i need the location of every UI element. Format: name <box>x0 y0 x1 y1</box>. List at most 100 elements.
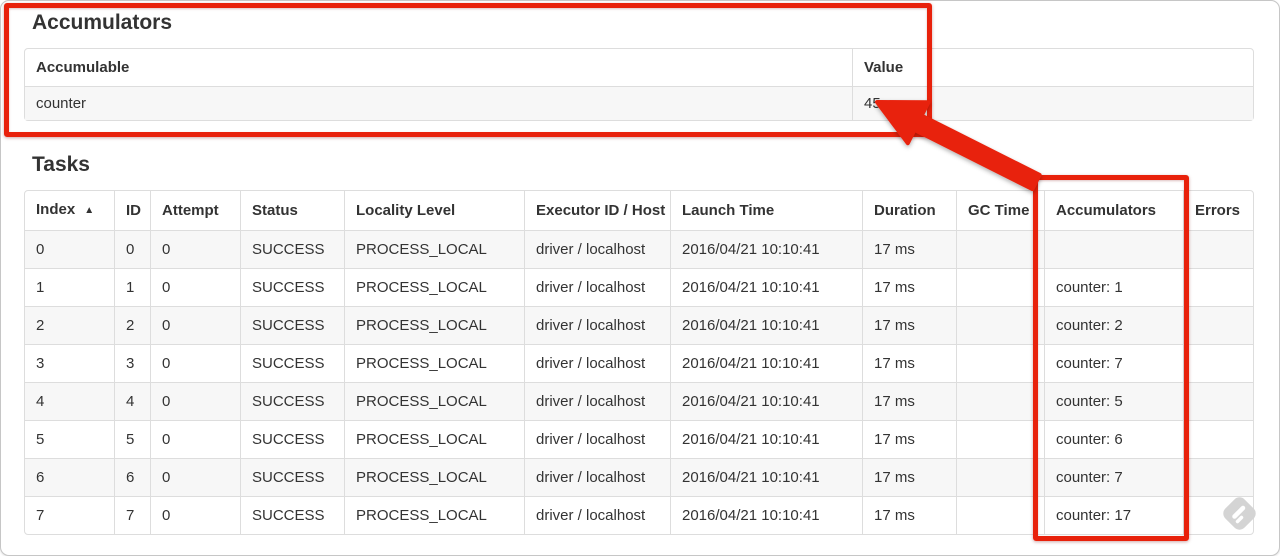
task-cell-duration: 17 ms <box>862 496 956 534</box>
accumulators-section-title: Accumulators <box>32 11 173 34</box>
accumulable-value-cell: 45 <box>852 86 1253 120</box>
accumulable-column-header[interactable]: Accumulable <box>25 49 852 86</box>
task-cell-executor_id_host: driver / localhost <box>524 344 670 382</box>
tasks-column-header-index[interactable]: Index ▲ <box>25 191 114 230</box>
column-header-label: Executor ID / Host <box>536 202 666 219</box>
task-cell-index: 0 <box>25 230 114 268</box>
task-cell-duration: 17 ms <box>862 458 956 496</box>
tasks-column-header-accumulators[interactable]: Accumulators <box>1044 191 1183 230</box>
column-header-label: Duration <box>874 202 936 219</box>
task-cell-id: 4 <box>114 382 150 420</box>
task-cell-launch_time: 2016/04/21 10:10:41 <box>670 458 862 496</box>
task-row: 4 4 0 SUCCESS PROCESS_LOCAL driver / localhos… <box>25 382 1253 420</box>
column-header-label: GC Time <box>968 202 1030 219</box>
task-cell-executor_id_host: driver / localhost <box>524 306 670 344</box>
task-cell-duration: 17 ms <box>862 268 956 306</box>
task-cell-status: SUCCESS <box>240 306 344 344</box>
task-row: 6 6 0 SUCCESS PROCESS_LOCAL driver / localhos… <box>25 458 1253 496</box>
task-cell-locality_level: PROCESS_LOCAL <box>344 496 524 534</box>
task-cell-gc_time <box>956 344 1044 382</box>
task-cell-index: 3 <box>25 344 114 382</box>
task-row: 3 3 0 SUCCESS PROCESS_LOCAL driver / localhos… <box>25 344 1253 382</box>
task-cell-gc_time <box>956 496 1044 534</box>
tasks-column-header-attempt[interactable]: Attempt <box>150 191 240 230</box>
task-row: 1 1 0 SUCCESS PROCESS_LOCAL driver / localhos… <box>25 268 1253 306</box>
task-row: 7 7 0 SUCCESS PROCESS_LOCAL driver / localhos… <box>25 496 1253 534</box>
task-cell-duration: 17 ms <box>862 382 956 420</box>
task-cell-gc_time <box>956 230 1044 268</box>
task-cell-status: SUCCESS <box>240 382 344 420</box>
task-cell-locality_level: PROCESS_LOCAL <box>344 230 524 268</box>
task-cell-launch_time: 2016/04/21 10:10:41 <box>670 306 862 344</box>
task-cell-gc_time <box>956 420 1044 458</box>
column-header-label: Locality Level <box>356 202 456 219</box>
task-cell-status: SUCCESS <box>240 230 344 268</box>
value-column-header[interactable]: Value <box>852 49 1253 86</box>
task-cell-index: 2 <box>25 306 114 344</box>
task-cell-errors <box>1183 458 1253 496</box>
column-header-label: Launch Time <box>682 202 775 219</box>
tasks-column-header-gc_time[interactable]: GC Time <box>956 191 1044 230</box>
task-cell-status: SUCCESS <box>240 344 344 382</box>
column-header-label: Accumulators <box>1056 202 1157 219</box>
task-cell-accumulators: counter: 6 <box>1044 420 1183 458</box>
task-cell-status: SUCCESS <box>240 268 344 306</box>
task-cell-accumulators: counter: 17 <box>1044 496 1183 534</box>
task-cell-gc_time <box>956 382 1044 420</box>
tasks-table: Index ▲ ID Attempt Status Locality Level Execu… <box>24 190 1254 535</box>
task-cell-accumulators: counter: 5 <box>1044 382 1183 420</box>
tasks-column-header-id[interactable]: ID <box>114 191 150 230</box>
task-cell-accumulators: counter: 2 <box>1044 306 1183 344</box>
task-cell-gc_time <box>956 268 1044 306</box>
task-row: 5 5 0 SUCCESS PROCESS_LOCAL driver / localhos… <box>25 420 1253 458</box>
column-header-label: Attempt <box>162 202 219 219</box>
task-cell-index: 7 <box>25 496 114 534</box>
column-header-label: Index <box>36 201 76 218</box>
task-cell-id: 7 <box>114 496 150 534</box>
tasks-column-header-launch_time[interactable]: Launch Time <box>670 191 862 230</box>
task-cell-executor_id_host: driver / localhost <box>524 496 670 534</box>
task-cell-locality_level: PROCESS_LOCAL <box>344 344 524 382</box>
tasks-column-header-status[interactable]: Status <box>240 191 344 230</box>
task-cell-status: SUCCESS <box>240 420 344 458</box>
task-cell-locality_level: PROCESS_LOCAL <box>344 458 524 496</box>
task-cell-accumulators <box>1044 230 1183 268</box>
accumulators-header-row: Accumulable Value <box>25 49 1253 86</box>
task-cell-attempt: 0 <box>150 496 240 534</box>
tasks-column-header-duration[interactable]: Duration <box>862 191 956 230</box>
tasks-section-title: Tasks <box>32 153 90 176</box>
tasks-column-header-executor_id_host[interactable]: Executor ID / Host <box>524 191 670 230</box>
column-header-label: ID <box>126 202 141 219</box>
task-cell-id: 1 <box>114 268 150 306</box>
task-cell-attempt: 0 <box>150 458 240 496</box>
task-cell-duration: 17 ms <box>862 420 956 458</box>
task-cell-errors <box>1183 496 1253 534</box>
accumulable-name-cell: counter <box>25 86 852 120</box>
tasks-column-header-errors[interactable]: Errors <box>1183 191 1253 230</box>
task-cell-executor_id_host: driver / localhost <box>524 420 670 458</box>
task-cell-errors <box>1183 230 1253 268</box>
column-header-label: Status <box>252 202 298 219</box>
task-cell-id: 6 <box>114 458 150 496</box>
task-cell-attempt: 0 <box>150 382 240 420</box>
task-cell-executor_id_host: driver / localhost <box>524 268 670 306</box>
task-cell-errors <box>1183 268 1253 306</box>
page-frame: Accumulators Accumulable Value counter 4… <box>0 0 1280 556</box>
task-row: 2 2 0 SUCCESS PROCESS_LOCAL driver / localhos… <box>25 306 1253 344</box>
column-header-label: Errors <box>1195 202 1241 219</box>
task-cell-locality_level: PROCESS_LOCAL <box>344 268 524 306</box>
task-cell-index: 6 <box>25 458 114 496</box>
task-cell-id: 0 <box>114 230 150 268</box>
task-cell-locality_level: PROCESS_LOCAL <box>344 420 524 458</box>
sort-ascending-icon: ▲ <box>84 205 95 216</box>
tasks-table-body: 0 0 0 SUCCESS PROCESS_LOCAL driver / localhos… <box>25 230 1253 534</box>
task-cell-duration: 17 ms <box>862 306 956 344</box>
task-cell-launch_time: 2016/04/21 10:10:41 <box>670 496 862 534</box>
task-cell-executor_id_host: driver / localhost <box>524 458 670 496</box>
task-cell-duration: 17 ms <box>862 344 956 382</box>
tasks-column-header-locality_level[interactable]: Locality Level <box>344 191 524 230</box>
task-cell-id: 3 <box>114 344 150 382</box>
accumulators-table: Accumulable Value counter 45 <box>24 48 1254 121</box>
task-cell-attempt: 0 <box>150 268 240 306</box>
task-cell-errors <box>1183 420 1253 458</box>
